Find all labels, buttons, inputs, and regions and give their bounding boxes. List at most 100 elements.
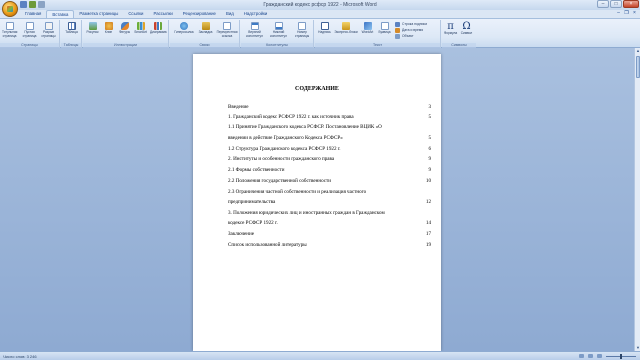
object-button[interactable]: Объект — [395, 33, 414, 39]
shapes-button[interactable]: Фигуры — [117, 21, 132, 42]
toc-entry[interactable]: 2.2 Положения государственной собственно… — [228, 178, 431, 184]
toc-entry-page: 12 — [424, 199, 431, 205]
express-blocks-icon — [342, 22, 350, 30]
tab-addins[interactable]: Надстройки — [239, 10, 273, 18]
date-time-icon — [395, 27, 400, 33]
zoom-knob[interactable] — [620, 353, 622, 359]
toc-entry[interactable]: 1.1 Принятие Гражданского кодекса РСФСР.… — [228, 124, 431, 130]
view-print-layout-icon[interactable] — [579, 354, 584, 358]
toc-entry[interactable]: предпринимательства 12 — [228, 199, 431, 205]
toc-entry-page: 3 — [427, 104, 431, 110]
table-icon — [67, 22, 76, 30]
group-text: Надпись Экспресс-блоки WordArt Буквица С… — [315, 20, 441, 48]
vertical-scrollbar[interactable]: ▲ ▼ — [634, 48, 640, 351]
clip-button[interactable]: Клип — [101, 21, 116, 42]
toc-entry-text: Введение — [228, 104, 250, 110]
tab-insert[interactable]: Вставка — [46, 10, 75, 18]
dropcap-button[interactable]: Буквица — [377, 21, 392, 42]
tab-mailings[interactable]: Рассылки — [148, 10, 177, 18]
toc-entry[interactable]: 1.2 Структура Гражданского кодекса РСФСР… — [228, 146, 431, 152]
hyperlink-icon — [180, 22, 188, 30]
toc-entry[interactable]: Список использованной литературы 19 — [228, 242, 431, 248]
scroll-up-icon[interactable]: ▲ — [635, 48, 640, 54]
cross-reference-icon — [223, 22, 231, 30]
group-symbols: π Формула Ω Символ Символы — [442, 20, 476, 48]
word-count[interactable]: Число слов: 3 246 — [3, 354, 37, 359]
tab-review[interactable]: Рецензирование — [178, 10, 221, 18]
toc-entry[interactable]: 2.3 Ограничения частной собственности и … — [228, 189, 431, 195]
title-page-button[interactable]: Титульная страница — [2, 21, 17, 42]
ribbon-tabs: Главная Вставка Разметка страницы Ссылки… — [20, 10, 272, 18]
footer-button[interactable]: Нижний колонтитул — [267, 21, 290, 42]
tab-view[interactable]: Вид — [221, 10, 239, 18]
title-page-icon — [5, 22, 14, 30]
office-button[interactable] — [2, 1, 18, 17]
maximize-button[interactable]: □ — [610, 0, 622, 8]
minimize-button[interactable]: – — [597, 0, 609, 8]
page-break-icon — [44, 22, 53, 30]
toc-entry-page: 10 — [424, 178, 431, 184]
document-page[interactable]: СОДЕРЖАНИЕ Введение 3 1. Гражданский кодек… — [193, 54, 441, 351]
page-break-button[interactable]: Разрыв страницы — [41, 21, 56, 42]
toc-entry-text: 1.1 Принятие Гражданского кодекса РСФСР.… — [228, 124, 383, 130]
window-title: Гражданский кодекс рсфср 1922 - Microsof… — [263, 2, 377, 8]
toc-entry-text: 2.3 Ограничения частной собственности и … — [228, 189, 368, 195]
header-button[interactable]: Верхний колонтитул — [243, 21, 266, 42]
tab-page-layout[interactable]: Разметка страницы — [74, 10, 123, 18]
wordart-button[interactable]: WordArt — [360, 21, 375, 42]
picture-button[interactable]: Рисунок — [85, 21, 100, 42]
toc-leader-dots — [228, 108, 431, 109]
toc-entry-text: 2. Институты и особенности гражданского … — [228, 156, 336, 162]
chart-button[interactable]: Диаграмма — [150, 21, 167, 42]
scroll-thumb[interactable] — [636, 56, 640, 78]
ribbon-restore-icon[interactable]: ❐ — [624, 11, 629, 16]
blank-page-button[interactable]: Пустая страница — [22, 21, 37, 42]
toc-entry-page: 5 — [427, 135, 431, 141]
tab-home[interactable]: Главная — [20, 10, 46, 18]
ribbon-minimize-icon[interactable]: – — [616, 11, 621, 16]
smartart-button[interactable]: SmartArt — [133, 21, 148, 42]
toc-entry[interactable]: Заключение 17 — [228, 231, 431, 237]
symbol-button[interactable]: Ω Символ — [459, 21, 474, 42]
group-illustrations: Рисунок Клип Фигуры SmartArt Диаграмма И… — [83, 20, 169, 48]
header-icon — [250, 22, 259, 30]
chart-icon — [153, 22, 162, 30]
bookmark-icon — [201, 22, 210, 30]
toc-entry[interactable]: Введение 3 — [228, 104, 431, 110]
window-controls: – □ × — [597, 0, 639, 8]
toc-entry[interactable]: 1. Гражданский кодекс РСФСР 1922 г. как … — [228, 114, 431, 120]
bookmark-button[interactable]: Закладка — [198, 21, 213, 42]
formula-button[interactable]: π Формула — [443, 21, 458, 42]
group-links: Гиперссылка Закладка Перекрестная ссылка… — [170, 20, 240, 48]
toc-entry[interactable]: кодексе РСФСР 1922 г. 14 — [228, 220, 431, 226]
toc-entry-text: 3. Положения юридических лиц и иностранн… — [228, 210, 386, 216]
document-workspace[interactable]: СОДЕРЖАНИЕ Введение 3 1. Гражданский кодек… — [0, 48, 634, 351]
table-button[interactable]: Таблица — [64, 21, 79, 42]
toc-entry-text: предпринимательства — [228, 199, 277, 205]
hyperlink-button[interactable]: Гиперссылка — [172, 21, 196, 42]
toc-entry[interactable]: 2.1 Формы собственности 9 — [228, 167, 431, 173]
express-blocks-button[interactable]: Экспресс-блоки — [334, 21, 358, 42]
toc-entry-text: 1. Гражданский кодекс РСФСР 1922 г. как … — [228, 114, 355, 120]
tab-references[interactable]: Ссылки — [123, 10, 148, 18]
page-number-button[interactable]: Номер страницы — [291, 21, 313, 42]
toc-entry-page: 9 — [427, 167, 431, 173]
close-button[interactable]: × — [623, 0, 639, 8]
view-reading-icon[interactable] — [588, 354, 593, 358]
text-box-button[interactable]: Надпись — [317, 21, 332, 42]
toc-entry-page: 17 — [424, 231, 431, 237]
toc-entry[interactable]: введении в действие Гражданского Кодекса… — [228, 135, 431, 141]
footer-icon — [274, 22, 283, 30]
zoom-slider[interactable] — [606, 353, 636, 359]
ribbon-close-icon[interactable]: × — [632, 11, 637, 16]
signature-line-icon — [395, 21, 400, 27]
cross-reference-button[interactable]: Перекрестная ссылка — [215, 21, 239, 42]
view-web-icon[interactable] — [597, 354, 602, 358]
toc-entry-text: Заключение — [228, 231, 255, 237]
toc-entry-page: 14 — [424, 220, 431, 226]
toc-entry[interactable]: 2. Институты и особенности гражданского … — [228, 156, 431, 162]
status-bar: Число слов: 3 246 — [0, 351, 640, 360]
ribbon-controls: – ❐ × — [616, 11, 637, 16]
toc-entry[interactable]: 3. Положения юридических лиц и иностранн… — [228, 210, 431, 216]
toc-entry-text: кодексе РСФСР 1922 г. — [228, 220, 279, 226]
